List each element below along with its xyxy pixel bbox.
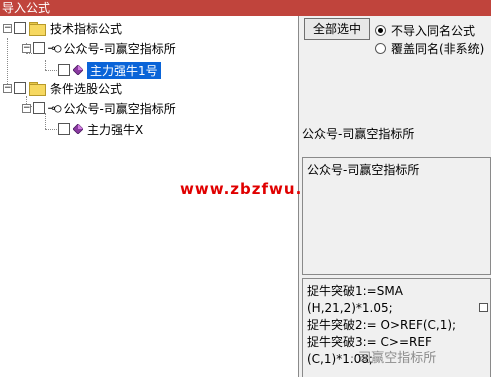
- radio-dot[interactable]: [375, 43, 386, 54]
- tree-node-author[interactable]: − ⊸○ 公众号-司赢空指标所: [22, 39, 176, 57]
- tree-node-formula[interactable]: 主力强牛X: [58, 120, 143, 138]
- radio-overwrite[interactable]: 覆盖同名(非系统): [375, 40, 484, 57]
- tree-node-label: 条件选股公式: [50, 81, 123, 96]
- folder-icon: [29, 82, 46, 96]
- checkbox[interactable]: [58, 64, 70, 76]
- formula-tree[interactable]: − 技术指标公式 − ⊸○ 公众号-司赢空指标所 主力强牛1号 − 条件选股公式…: [0, 16, 339, 377]
- checkbox[interactable]: [33, 102, 45, 114]
- tree-node-label: 公众号-司赢空指标所: [63, 41, 176, 56]
- collapse-toggle[interactable]: −: [22, 43, 31, 53]
- description-panel: 公众号-司赢空指标所: [302, 157, 491, 275]
- formula-gem-icon: [73, 65, 83, 75]
- tree-node-label: 技术指标公式: [50, 21, 123, 36]
- scroll-indicator[interactable]: [479, 303, 488, 312]
- source-credit: · 司赢空指标所: [350, 351, 437, 366]
- tree-node-author[interactable]: − ⊸○ 公众号-司赢空指标所: [22, 99, 176, 117]
- checkbox[interactable]: [14, 82, 26, 94]
- formula-gem-icon: [73, 124, 83, 134]
- tree-node-formula[interactable]: 主力强牛1号: [58, 61, 161, 79]
- tree-node-label: 公众号-司赢空指标所: [63, 101, 176, 116]
- radio-label: 覆盖同名(非系统): [391, 42, 485, 56]
- collapse-toggle[interactable]: −: [22, 103, 31, 113]
- select-all-button[interactable]: 全部选中: [304, 18, 370, 40]
- formula-line: 捉牛突破1:=SMA: [307, 284, 403, 298]
- options-panel: 全部选中 不导入同名公式 覆盖同名(非系统) 公众号-司赢空指标所 公众号-司赢…: [300, 16, 491, 377]
- tree-node-label-selected: 主力强牛1号: [87, 61, 161, 79]
- folder-icon: [29, 22, 46, 36]
- tree-node-label: 主力强牛X: [87, 122, 144, 137]
- radio-dot[interactable]: [375, 25, 386, 36]
- radio-label: 不导入同名公式: [391, 24, 476, 38]
- tree-node-condition[interactable]: − 条件选股公式: [3, 79, 122, 97]
- formula-name: 公众号-司赢空指标所: [302, 127, 415, 141]
- checkbox[interactable]: [33, 42, 45, 54]
- description-text: 公众号-司赢空指标所: [307, 163, 420, 177]
- collapse-toggle[interactable]: −: [3, 23, 12, 33]
- window-title: 导入公式: [0, 0, 491, 16]
- tree-node-technical[interactable]: − 技术指标公式: [3, 19, 122, 37]
- checkbox[interactable]: [14, 22, 26, 34]
- radio-skip-duplicates[interactable]: 不导入同名公式: [375, 22, 475, 39]
- key-icon: ⊸○: [48, 101, 61, 115]
- checkbox[interactable]: [58, 123, 70, 135]
- formula-line: (H,21,2)*1.05;: [307, 301, 393, 315]
- collapse-toggle[interactable]: −: [3, 83, 12, 93]
- key-icon: ⊸○: [48, 41, 61, 55]
- formula-line: 捉牛突破2:= O>REF(C,1);: [307, 318, 457, 332]
